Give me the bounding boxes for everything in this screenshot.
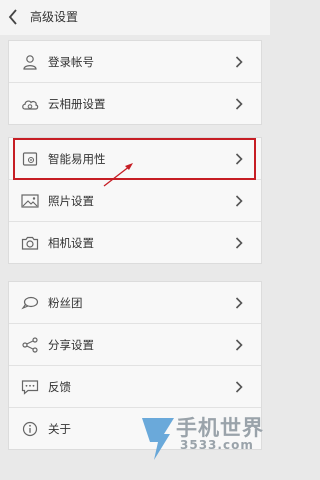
feedback-icon	[21, 378, 39, 396]
chevron-right-icon	[235, 380, 243, 393]
share-icon	[21, 336, 39, 354]
watermark-site: 3533.com	[180, 438, 254, 452]
smart-settings-icon	[21, 150, 39, 168]
user-icon	[21, 53, 39, 71]
list-item-label: 登录帐号	[48, 54, 94, 69]
list-item-share-settings[interactable]: 分享设置	[9, 324, 261, 366]
list-item-label: 反馈	[48, 379, 71, 394]
list-item-cloud-album-settings[interactable]: 云相册设置	[9, 83, 261, 124]
chevron-right-icon	[235, 194, 243, 207]
list-item-label: 智能易用性	[48, 151, 106, 166]
cloud-album-icon	[21, 95, 39, 113]
info-icon	[21, 420, 39, 438]
chat-bubble-icon	[21, 294, 39, 312]
camera-icon	[21, 234, 39, 252]
photo-icon	[21, 192, 39, 210]
list-item-fan-club[interactable]: 粉丝团	[9, 282, 261, 324]
list-item-label: 相机设置	[48, 235, 94, 250]
list-item-feedback[interactable]: 反馈	[9, 366, 261, 408]
list-item-camera-settings[interactable]: 相机设置	[9, 222, 261, 263]
back-button[interactable]	[6, 8, 20, 26]
list-item-login-account[interactable]: 登录帐号	[9, 41, 261, 83]
chevron-right-icon	[235, 152, 243, 165]
list-item-label: 关于	[48, 421, 71, 436]
chevron-left-icon	[8, 9, 17, 25]
list-item-label: 云相册设置	[48, 96, 106, 111]
annotation-arrow-icon	[103, 163, 133, 187]
chevron-right-icon	[235, 296, 243, 309]
account-settings-group: 登录帐号 云相册设置	[8, 40, 262, 125]
list-item-label: 照片设置	[48, 193, 94, 208]
chevron-right-icon	[235, 97, 243, 110]
list-item-label: 粉丝团	[48, 295, 83, 310]
chevron-right-icon	[235, 236, 243, 249]
title-bar: 高级设置	[0, 0, 270, 35]
page-title: 高级设置	[30, 10, 79, 24]
list-item-label: 分享设置	[48, 337, 94, 352]
media-settings-group: 智能易用性 照片设置 相机设置	[8, 137, 262, 264]
chevron-right-icon	[235, 55, 243, 68]
chevron-right-icon	[235, 338, 243, 351]
